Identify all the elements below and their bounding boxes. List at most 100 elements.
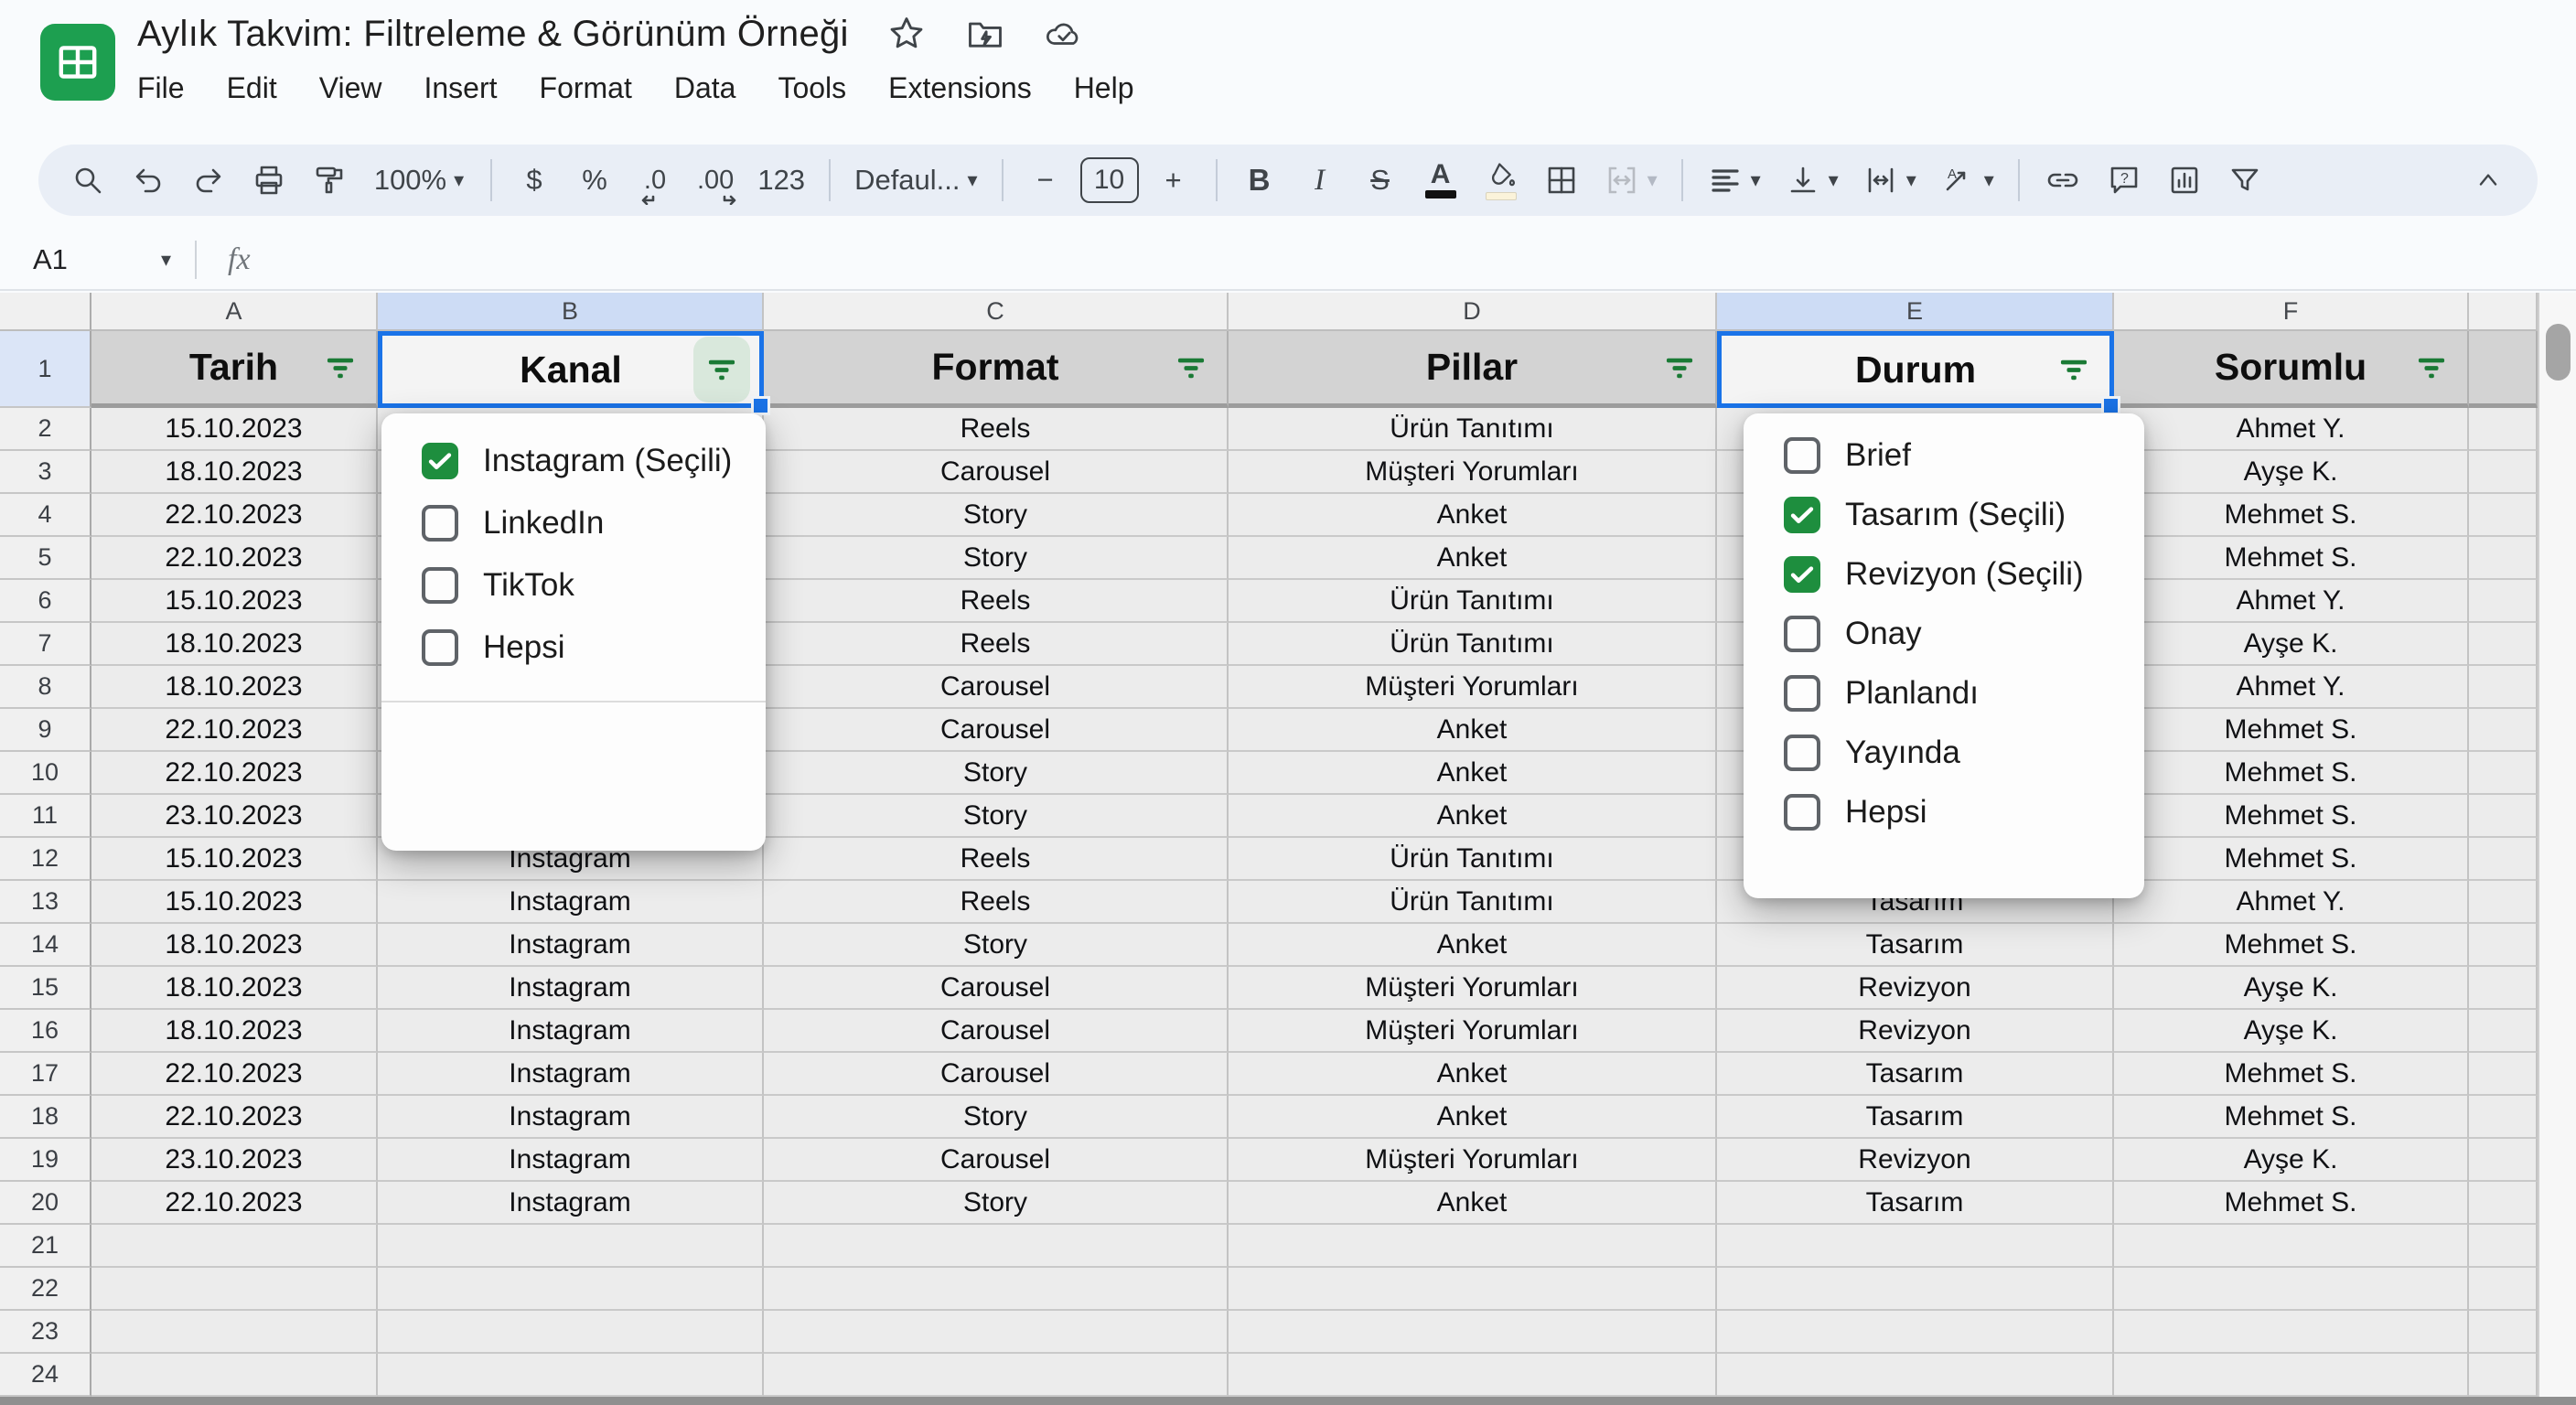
- cell-F16[interactable]: Ayşe K.: [2114, 1010, 2469, 1053]
- cell-A9[interactable]: 22.10.2023: [91, 709, 378, 752]
- text-rotation-button[interactable]: A ▾: [1933, 153, 2002, 208]
- cell-B17[interactable]: Instagram: [378, 1053, 764, 1096]
- row-header-7[interactable]: 7: [0, 623, 91, 666]
- cloud-status-icon[interactable]: [1043, 13, 1085, 55]
- create-filter-button[interactable]: [2219, 153, 2270, 208]
- cell-A6[interactable]: 15.10.2023: [91, 580, 378, 623]
- select-all-corner[interactable]: [0, 293, 91, 331]
- cell-E20[interactable]: Tasarım: [1717, 1182, 2114, 1225]
- name-box[interactable]: A1: [33, 243, 161, 276]
- cell-E17[interactable]: Tasarım: [1717, 1053, 2114, 1096]
- row-header-22[interactable]: 22: [0, 1268, 91, 1311]
- column-header-D[interactable]: D: [1229, 293, 1717, 331]
- decrease-decimal-button[interactable]: .0: [629, 153, 681, 208]
- cell-D7[interactable]: Ürün Tanıtımı: [1229, 623, 1717, 666]
- cell-C16[interactable]: Carousel: [764, 1010, 1229, 1053]
- checked-checkbox[interactable]: [1784, 497, 1820, 533]
- filter-button-A[interactable]: [325, 354, 356, 381]
- row-header-10[interactable]: 10: [0, 752, 91, 795]
- cell-A11[interactable]: 23.10.2023: [91, 795, 378, 838]
- cell-A5[interactable]: 22.10.2023: [91, 537, 378, 580]
- column-header-E[interactable]: E: [1717, 293, 2114, 331]
- cell-C13[interactable]: Reels: [764, 881, 1229, 924]
- cell-D23[interactable]: [1229, 1311, 1717, 1354]
- row-header-12[interactable]: 12: [0, 838, 91, 881]
- cell-D10[interactable]: Anket: [1229, 752, 1717, 795]
- cell-B16[interactable]: Instagram: [378, 1010, 764, 1053]
- cell-B24[interactable]: [378, 1354, 764, 1397]
- cell-E24[interactable]: [1717, 1354, 2114, 1397]
- cell-E15[interactable]: Revizyon: [1717, 967, 2114, 1010]
- cell-E23[interactable]: [1717, 1311, 2114, 1354]
- header-cell-B1[interactable]: Kanal: [378, 331, 764, 408]
- row-header-24[interactable]: 24: [0, 1354, 91, 1397]
- unchecked-checkbox[interactable]: [422, 505, 458, 542]
- cell-C15[interactable]: Carousel: [764, 967, 1229, 1010]
- checked-checkbox[interactable]: [422, 443, 458, 479]
- cell-C14[interactable]: Story: [764, 924, 1229, 967]
- cell-D24[interactable]: [1229, 1354, 1717, 1397]
- search-button[interactable]: [62, 153, 113, 208]
- cell-C21[interactable]: [764, 1225, 1229, 1268]
- horizontal-align-button[interactable]: ▾: [1700, 153, 1768, 208]
- cell-F10[interactable]: Mehmet S.: [2114, 752, 2469, 795]
- cell-D21[interactable]: [1229, 1225, 1717, 1268]
- cell-D16[interactable]: Müşteri Yorumları: [1229, 1010, 1717, 1053]
- unchecked-checkbox[interactable]: [1784, 675, 1820, 712]
- cell-D13[interactable]: Ürün Tanıtımı: [1229, 881, 1717, 924]
- text-wrap-button[interactable]: ▾: [1855, 153, 1924, 208]
- cell-C8[interactable]: Carousel: [764, 666, 1229, 709]
- row-header-14[interactable]: 14: [0, 924, 91, 967]
- cell-A2[interactable]: 15.10.2023: [91, 408, 378, 451]
- menu-edit[interactable]: Edit: [227, 71, 277, 105]
- cell-A21[interactable]: [91, 1225, 378, 1268]
- cell-F15[interactable]: Ayşe K.: [2114, 967, 2469, 1010]
- chevron-down-icon[interactable]: ▾: [161, 250, 171, 270]
- menu-insert[interactable]: Insert: [424, 71, 497, 105]
- cell-F22[interactable]: [2114, 1268, 2469, 1311]
- document-title[interactable]: Aylık Takvim: Filtreleme & Görünüm Örneğ…: [137, 14, 849, 55]
- cell-A19[interactable]: 23.10.2023: [91, 1139, 378, 1182]
- plain-number-format-button[interactable]: 123: [750, 153, 812, 208]
- cell-F21[interactable]: [2114, 1225, 2469, 1268]
- row-header-6[interactable]: 6: [0, 580, 91, 623]
- cell-D22[interactable]: [1229, 1268, 1717, 1311]
- bold-button[interactable]: B: [1234, 153, 1285, 208]
- cell-B21[interactable]: [378, 1225, 764, 1268]
- durum-option-revizyon-seçili[interactable]: Revizyon (Seçili): [1744, 544, 2144, 604]
- percent-format-button[interactable]: %: [569, 153, 620, 208]
- insert-chart-button[interactable]: [2159, 153, 2210, 208]
- cell-D3[interactable]: Müşteri Yorumları: [1229, 451, 1717, 494]
- cell-B14[interactable]: Instagram: [378, 924, 764, 967]
- cell-A23[interactable]: [91, 1311, 378, 1354]
- cell-D15[interactable]: Müşteri Yorumları: [1229, 967, 1717, 1010]
- cell-F11[interactable]: Mehmet S.: [2114, 795, 2469, 838]
- durum-option-yayında[interactable]: Yayında: [1744, 723, 2144, 782]
- cell-C9[interactable]: Carousel: [764, 709, 1229, 752]
- cell-B20[interactable]: Instagram: [378, 1182, 764, 1225]
- cell-F23[interactable]: [2114, 1311, 2469, 1354]
- menu-extensions[interactable]: Extensions: [888, 71, 1032, 105]
- font-family-select[interactable]: Defaul...▾: [847, 153, 985, 208]
- cell-C12[interactable]: Reels: [764, 838, 1229, 881]
- cell-C2[interactable]: Reels: [764, 408, 1229, 451]
- column-header-C[interactable]: C: [764, 293, 1229, 331]
- cell-C20[interactable]: Story: [764, 1182, 1229, 1225]
- cell-F13[interactable]: Ahmet Y.: [2114, 881, 2469, 924]
- cell-F5[interactable]: Mehmet S.: [2114, 537, 2469, 580]
- cell-A10[interactable]: 22.10.2023: [91, 752, 378, 795]
- cell-B15[interactable]: Instagram: [378, 967, 764, 1010]
- kanal-option-linkedin[interactable]: LinkedIn: [381, 492, 766, 554]
- cell-C3[interactable]: Carousel: [764, 451, 1229, 494]
- row-header-23[interactable]: 23: [0, 1311, 91, 1354]
- cell-D2[interactable]: Ürün Tanıtımı: [1229, 408, 1717, 451]
- decrease-font-size-button[interactable]: −: [1020, 153, 1071, 208]
- paint-format-button[interactable]: [304, 153, 355, 208]
- filter-button-B[interactable]: [693, 337, 750, 402]
- cell-E16[interactable]: Revizyon: [1717, 1010, 2114, 1053]
- cell-F12[interactable]: Mehmet S.: [2114, 838, 2469, 881]
- row-header-4[interactable]: 4: [0, 494, 91, 537]
- font-size-input[interactable]: 10: [1080, 157, 1139, 203]
- cell-A22[interactable]: [91, 1268, 378, 1311]
- durum-option-hepsi[interactable]: Hepsi: [1744, 782, 2144, 842]
